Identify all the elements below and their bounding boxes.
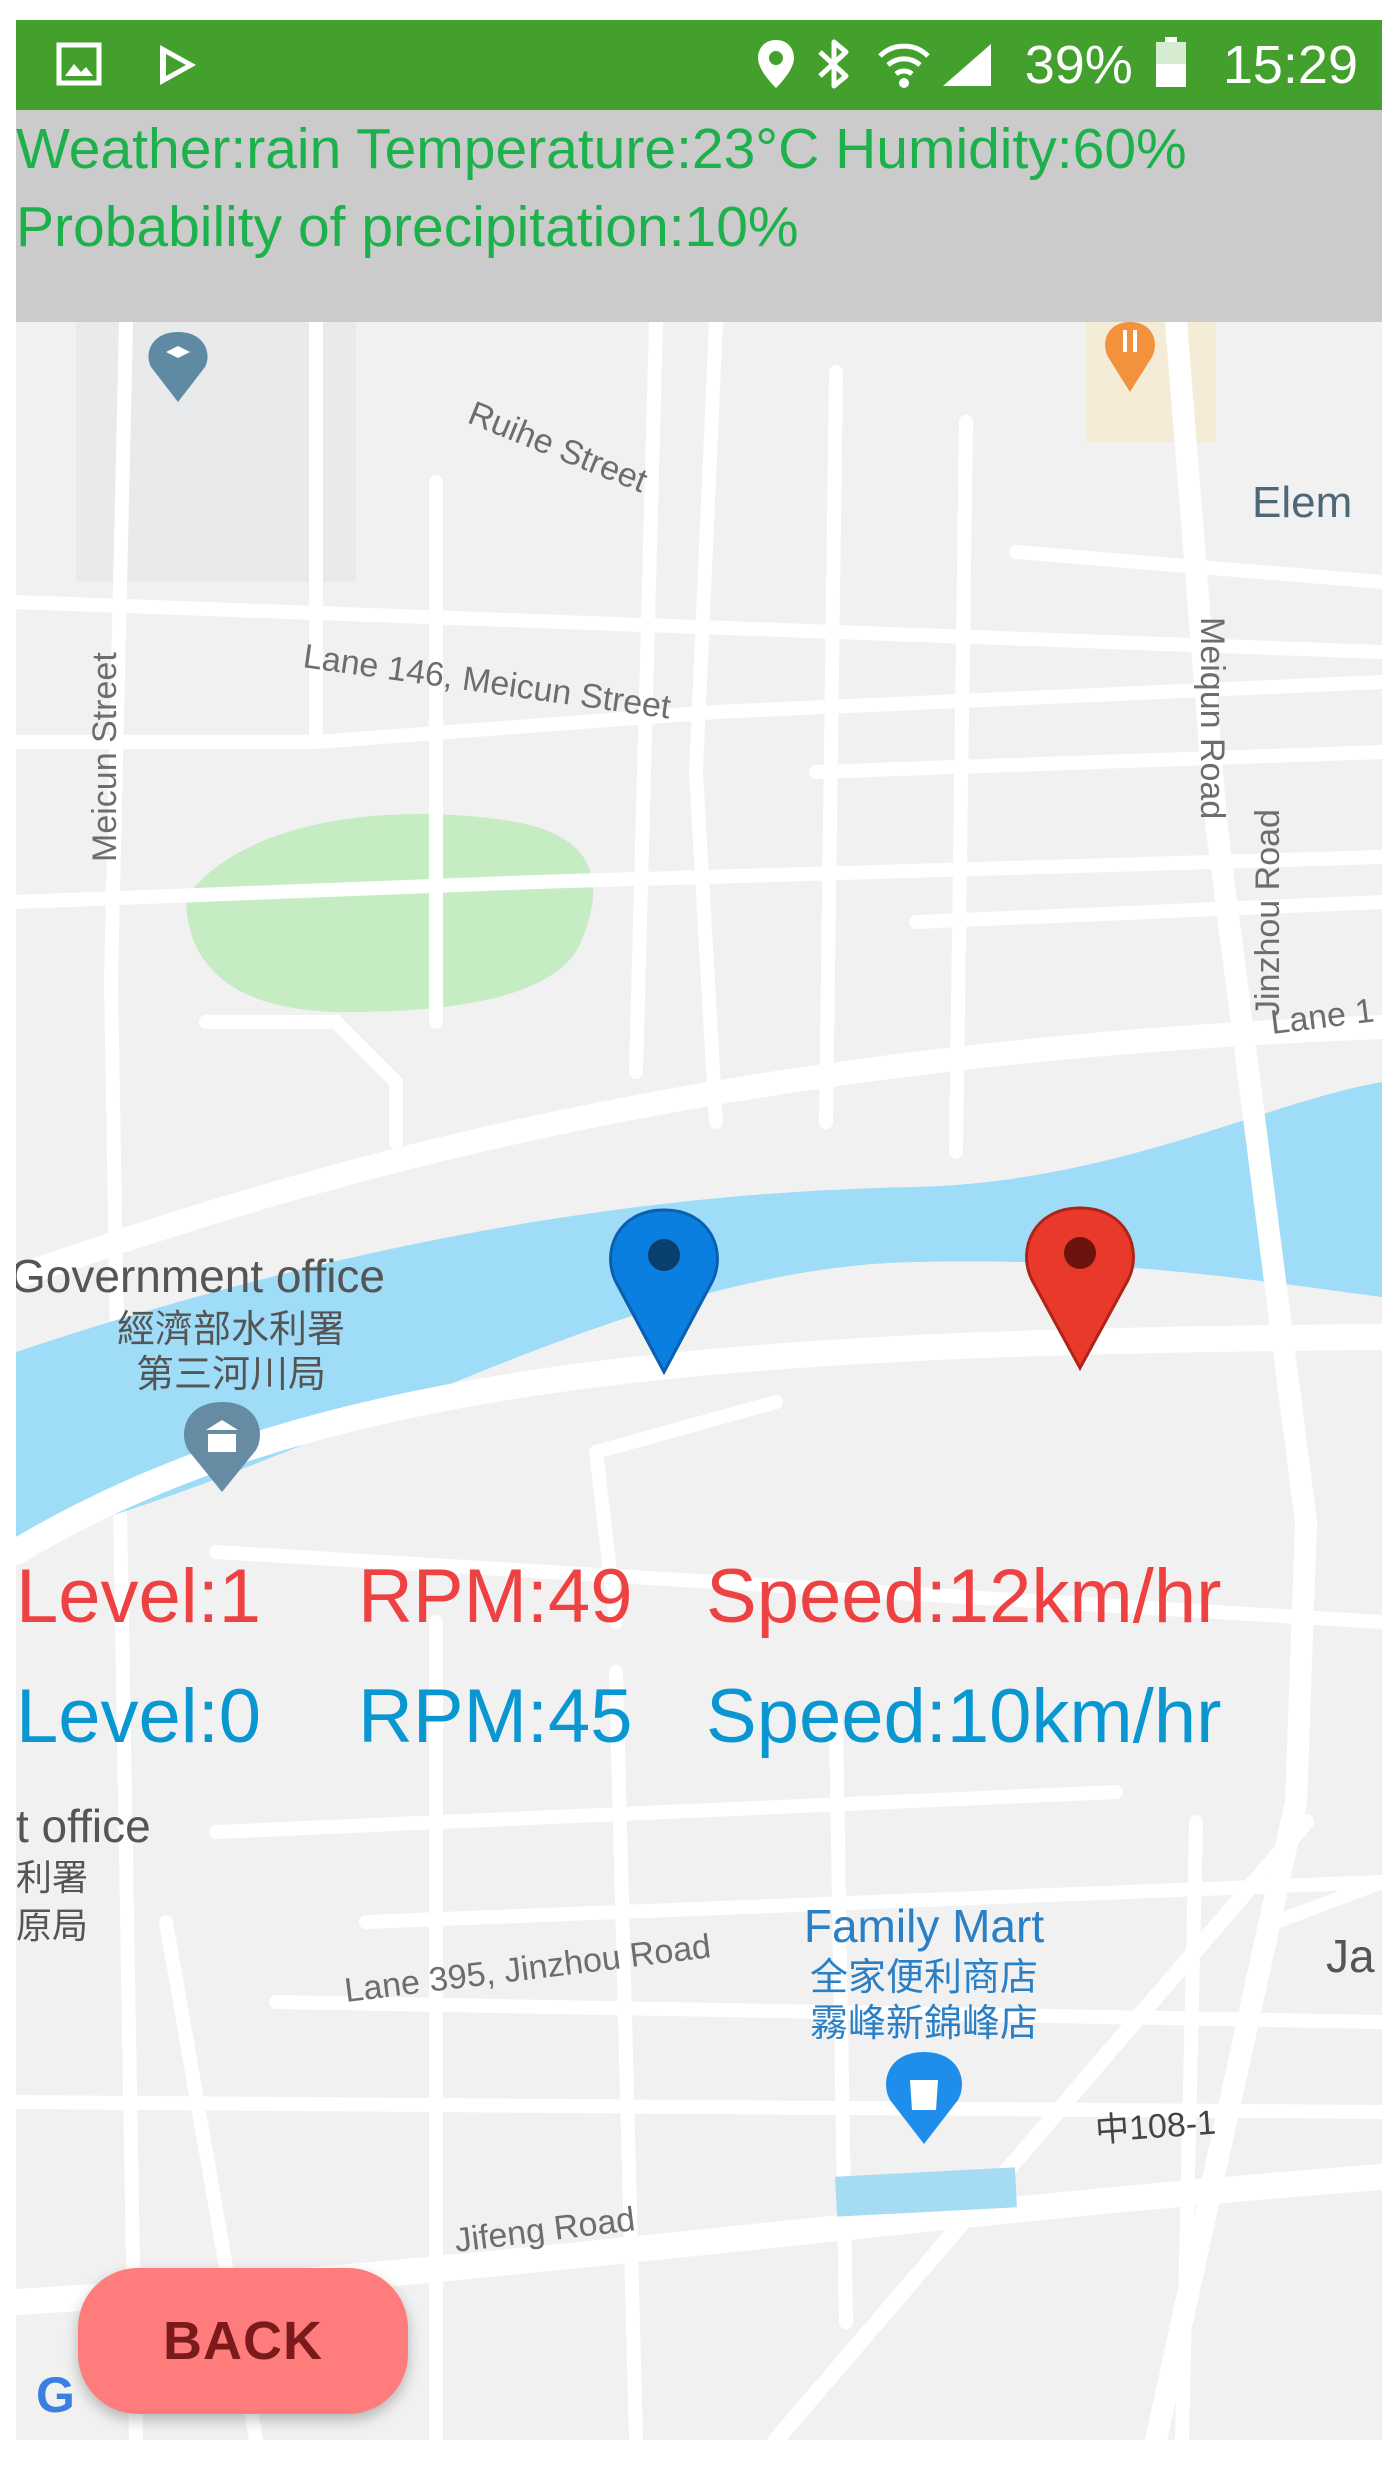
poi-label: 霧峰新錦峰店	[810, 2003, 1038, 2045]
level-red: Level:1	[16, 1554, 262, 1639]
image-icon	[56, 42, 102, 91]
speed-red: Speed:12km/hr	[706, 1554, 1222, 1639]
weather-line-2: Probability of precipitation:10%	[16, 195, 799, 259]
rpm-red: RPM:49	[358, 1554, 633, 1639]
status-right: 39% 15:29	[1025, 34, 1358, 96]
poi-label: 原局	[16, 1905, 88, 1946]
level-blue: Level:0	[16, 1674, 262, 1759]
map-view[interactable]: Ruihe Street Lane 146, Meicun Street Mei…	[16, 322, 1382, 2440]
street-label: Meicun Street	[86, 652, 124, 862]
weather-panel: Weather:rain Temperature:23°C Humidity:6…	[16, 110, 1382, 322]
clock: 15:29	[1222, 35, 1358, 95]
poi-label: 經濟部水利署	[117, 1309, 345, 1351]
signal-icon	[941, 42, 993, 93]
wifi-icon	[878, 40, 930, 95]
street-label: Jinzhou Road	[1249, 809, 1287, 1017]
back-button[interactable]: BACK	[78, 2268, 408, 2414]
poi-label: 全家便利商店	[810, 1957, 1038, 1999]
bluetooth-icon	[816, 38, 852, 95]
street-label: Meiqun Road	[1193, 617, 1231, 819]
poi-label: Family Mart	[804, 1900, 1044, 1952]
phone-screen: 39% 15:29 Weather:rain Temperature:23°C …	[16, 20, 1382, 2440]
poi-label: t office	[16, 1800, 151, 1852]
battery-percent: 39%	[1024, 35, 1133, 95]
map-canvas: Ruihe Street Lane 146, Meicun Street Mei…	[16, 322, 1382, 2440]
weather-line-1: Weather:rain Temperature:23°C Humidity:6…	[16, 117, 1187, 181]
stats-row-blue: Level:0 RPM:45 Speed:10km/hr	[16, 1672, 1382, 1762]
poi-label: 利署	[16, 1857, 88, 1898]
poi-label: 第三河川局	[136, 1354, 326, 1396]
poi-label: Government office	[16, 1250, 385, 1302]
battery-icon	[1155, 37, 1186, 87]
stats-row-red: Level:1 RPM:49 Speed:12km/hr	[16, 1552, 1382, 1642]
location-icon	[756, 38, 796, 95]
google-logo: G	[36, 2367, 75, 2423]
play-store-icon	[156, 42, 200, 93]
rpm-blue: RPM:45	[358, 1674, 633, 1759]
speed-blue: Speed:10km/hr	[706, 1674, 1222, 1759]
poi-label: Ja	[1326, 1930, 1375, 1982]
poi-label: Elem	[1252, 478, 1352, 527]
status-bar: 39% 15:29	[16, 20, 1382, 110]
